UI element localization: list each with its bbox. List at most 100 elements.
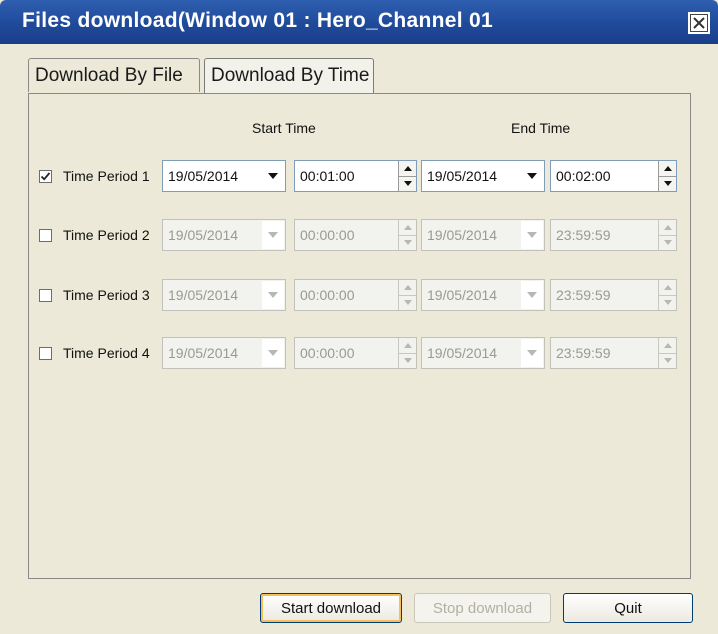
chevron-down-icon — [527, 173, 537, 179]
end-date-dropdown-value: 19/05/2014 — [427, 345, 498, 361]
end-time-spinner-value: 23:59:59 — [556, 345, 611, 361]
end-time-spinner[interactable]: 00:02:00 — [550, 160, 677, 192]
spin-up-button[interactable] — [399, 161, 416, 177]
chevron-down-icon — [527, 350, 537, 356]
spin-down-icon — [403, 181, 412, 186]
start-time-spinner[interactable]: 00:00:00 — [294, 337, 417, 369]
dropdown-arrow-button[interactable] — [521, 339, 543, 367]
start-date-dropdown-value: 19/05/2014 — [168, 287, 239, 303]
start-time-spinner-value: 00:01:00 — [300, 168, 355, 184]
start-time-header: Start Time — [252, 120, 316, 136]
start-date-dropdown[interactable]: 19/05/2014 — [162, 219, 286, 251]
spin-down-button[interactable] — [399, 295, 416, 310]
time-period-checkbox[interactable] — [39, 347, 52, 360]
end-date-dropdown[interactable]: 19/05/2014 — [421, 337, 545, 369]
end-date-dropdown-value: 19/05/2014 — [427, 168, 498, 184]
spin-buttons — [658, 338, 676, 368]
time-period-checkbox[interactable] — [39, 170, 52, 183]
end-time-spinner[interactable]: 23:59:59 — [550, 219, 677, 251]
time-period-label: Time Period 1 — [63, 168, 150, 184]
time-period-row: Time Period 1 19/05/2014 00:01:00 19/05/201… — [29, 160, 692, 194]
time-period-checkbox[interactable] — [39, 229, 52, 242]
start-time-spinner[interactable]: 00:01:00 — [294, 160, 417, 192]
files-download-window: Files download(Window 01 : Hero_Channel … — [0, 0, 718, 634]
spin-up-icon — [403, 285, 412, 290]
spin-down-button[interactable] — [399, 235, 416, 250]
spin-up-button[interactable] — [659, 338, 676, 354]
spin-buttons — [398, 161, 416, 191]
start-date-dropdown[interactable]: 19/05/2014 — [162, 160, 286, 192]
spin-up-icon — [663, 285, 672, 290]
spin-down-button[interactable] — [659, 235, 676, 250]
chevron-down-icon — [268, 232, 278, 238]
dropdown-arrow-button[interactable] — [262, 281, 284, 309]
chevron-down-icon — [527, 292, 537, 298]
spin-up-button[interactable] — [659, 220, 676, 236]
spin-down-button[interactable] — [659, 176, 676, 191]
spin-buttons — [658, 220, 676, 250]
end-date-dropdown[interactable]: 19/05/2014 — [421, 279, 545, 311]
spin-buttons — [658, 280, 676, 310]
time-period-row: Time Period 2 19/05/2014 00:00:00 19/05/201… — [29, 219, 692, 253]
start-time-spinner[interactable]: 00:00:00 — [294, 219, 417, 251]
spin-down-icon — [403, 240, 412, 245]
dropdown-arrow-button[interactable] — [521, 162, 543, 190]
window-title: Files download(Window 01 : Hero_Channel … — [22, 9, 493, 32]
spin-up-icon — [663, 225, 672, 230]
title-bar[interactable]: Files download(Window 01 : Hero_Channel … — [0, 0, 718, 44]
dropdown-arrow-button[interactable] — [521, 281, 543, 309]
spin-up-button[interactable] — [399, 220, 416, 236]
dropdown-arrow-button[interactable] — [262, 221, 284, 249]
end-date-dropdown[interactable]: 19/05/2014 — [421, 160, 545, 192]
time-period-label: Time Period 2 — [63, 227, 150, 243]
spin-down-icon — [663, 358, 672, 363]
dropdown-arrow-button[interactable] — [521, 221, 543, 249]
end-time-spinner-value: 23:59:59 — [556, 287, 611, 303]
spin-up-icon — [403, 225, 412, 230]
end-time-header: End Time — [511, 120, 571, 136]
checkmark-icon — [40, 172, 51, 181]
spin-buttons — [398, 338, 416, 368]
end-time-spinner[interactable]: 23:59:59 — [550, 337, 677, 369]
time-period-checkbox[interactable] — [39, 289, 52, 302]
stop-download-button[interactable]: Stop download — [414, 593, 551, 623]
end-time-spinner[interactable]: 23:59:59 — [550, 279, 677, 311]
start-time-spinner[interactable]: 00:00:00 — [294, 279, 417, 311]
start-time-spinner-value: 00:00:00 — [300, 287, 355, 303]
end-time-spinner-value: 00:02:00 — [556, 168, 611, 184]
spin-up-icon — [663, 343, 672, 348]
spin-up-icon — [403, 166, 412, 171]
spin-up-button[interactable] — [399, 280, 416, 296]
end-date-dropdown[interactable]: 19/05/2014 — [421, 219, 545, 251]
start-download-button[interactable]: Start download — [260, 593, 402, 623]
start-date-dropdown[interactable]: 19/05/2014 — [162, 279, 286, 311]
time-period-row: Time Period 4 19/05/2014 00:00:00 19/05/201… — [29, 337, 692, 371]
close-button[interactable] — [688, 12, 710, 34]
dropdown-arrow-button[interactable] — [262, 339, 284, 367]
tab-download-by-time[interactable]: Download By Time — [204, 58, 374, 94]
end-time-spinner-value: 23:59:59 — [556, 227, 611, 243]
start-date-dropdown[interactable]: 19/05/2014 — [162, 337, 286, 369]
dropdown-arrow-button[interactable] — [262, 162, 284, 190]
spin-down-icon — [663, 240, 672, 245]
chevron-down-icon — [268, 173, 278, 179]
spin-up-button[interactable] — [659, 161, 676, 177]
spin-down-button[interactable] — [659, 295, 676, 310]
tab-download-by-file[interactable]: Download By File — [28, 58, 200, 92]
spin-up-icon — [403, 343, 412, 348]
quit-button[interactable]: Quit — [563, 593, 693, 623]
time-period-row: Time Period 3 19/05/2014 00:00:00 19/05/201… — [29, 279, 692, 313]
close-icon — [690, 14, 708, 32]
start-date-dropdown-value: 19/05/2014 — [168, 168, 239, 184]
end-date-dropdown-value: 19/05/2014 — [427, 287, 498, 303]
spin-down-icon — [403, 358, 412, 363]
time-period-label: Time Period 4 — [63, 345, 150, 361]
spin-down-button[interactable] — [659, 353, 676, 368]
spin-down-button[interactable] — [399, 176, 416, 191]
spin-up-button[interactable] — [399, 338, 416, 354]
end-date-dropdown-value: 19/05/2014 — [427, 227, 498, 243]
spin-down-icon — [663, 181, 672, 186]
spin-up-button[interactable] — [659, 280, 676, 296]
spin-down-button[interactable] — [399, 353, 416, 368]
chevron-down-icon — [268, 350, 278, 356]
